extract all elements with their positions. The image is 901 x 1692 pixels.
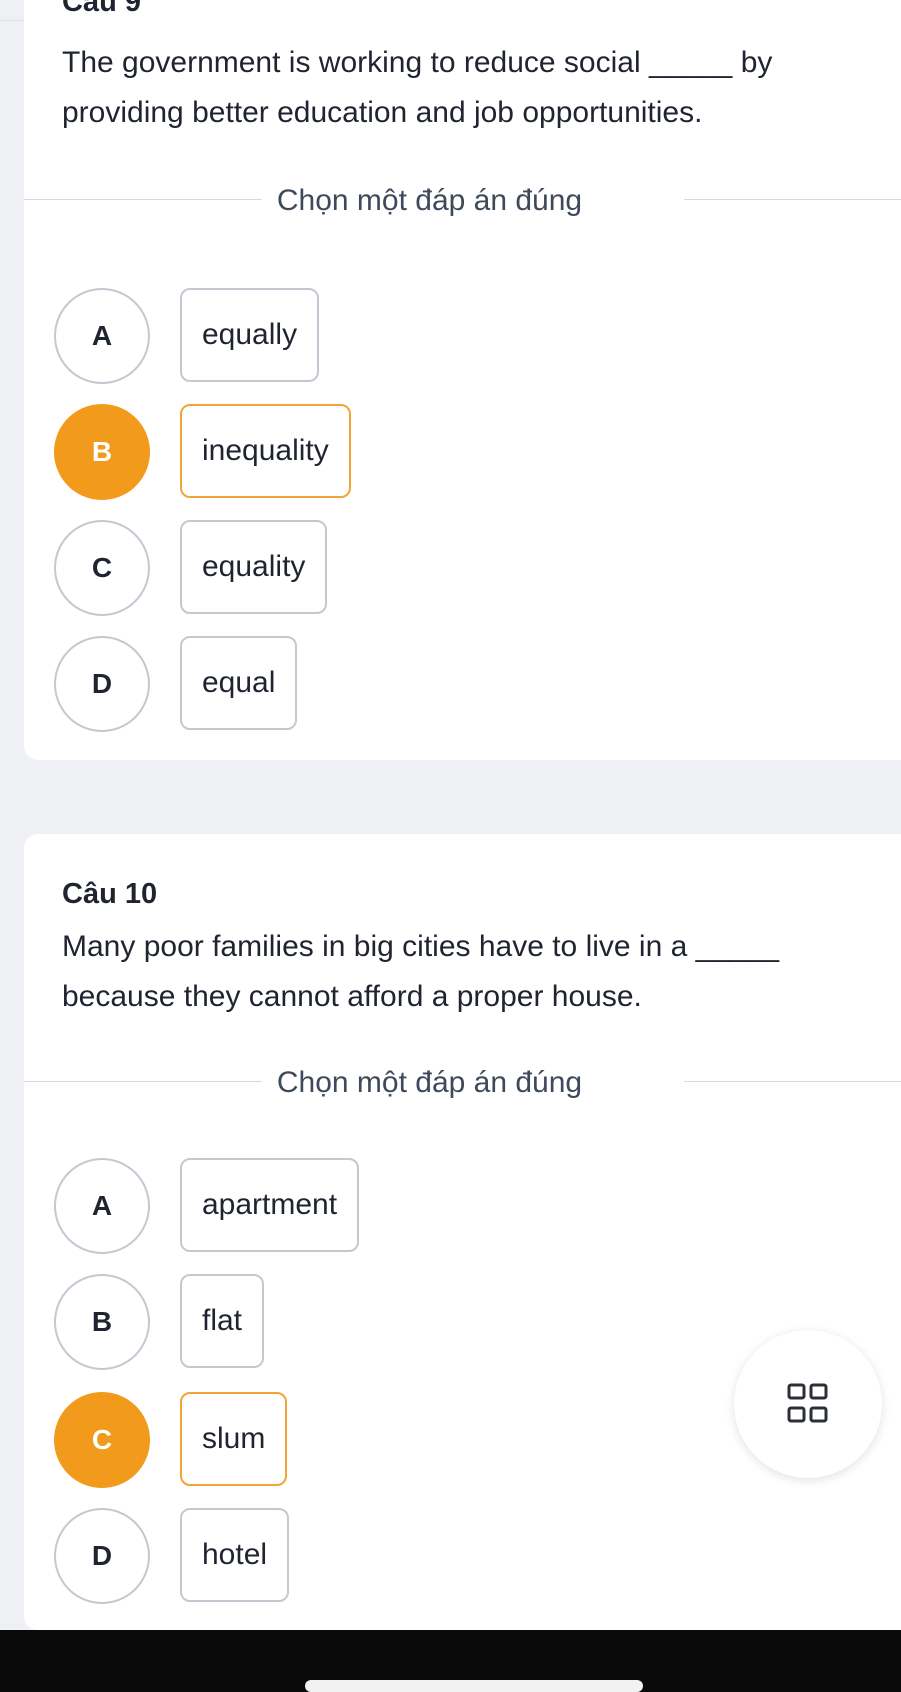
option-letter[interactable]: A bbox=[54, 288, 150, 384]
option-text[interactable]: hotel bbox=[180, 1508, 290, 1602]
option-text[interactable]: equal bbox=[180, 636, 298, 730]
grid-icon bbox=[787, 1383, 828, 1423]
question-card-9: Câu 9 The government is working to reduc… bbox=[24, 0, 901, 760]
question-text: The government is working to reduce soci… bbox=[62, 46, 773, 129]
home-indicator[interactable] bbox=[305, 1680, 643, 1692]
option-letter[interactable]: D bbox=[54, 1508, 150, 1604]
question-grid-button[interactable] bbox=[734, 1330, 882, 1478]
option-text[interactable]: apartment bbox=[180, 1158, 360, 1252]
question-text: Many poor families in big cities have to… bbox=[62, 930, 780, 1013]
option-text[interactable]: equality bbox=[180, 520, 328, 614]
option-text[interactable]: inequality bbox=[180, 404, 351, 498]
option-letter[interactable]: C bbox=[54, 520, 150, 616]
option-text[interactable]: flat bbox=[180, 1274, 265, 1368]
option-letter[interactable]: B bbox=[54, 1274, 150, 1370]
question-title: Câu 10 bbox=[62, 878, 158, 910]
instruction-label: Chọn một đáp án đúng bbox=[276, 1066, 583, 1099]
instruction-label: Chọn một đáp án đúng bbox=[276, 184, 583, 217]
instruction-divider: Chọn một đáp án đúng bbox=[24, 1066, 901, 1099]
option-text[interactable]: slum bbox=[180, 1392, 288, 1486]
option-text[interactable]: equally bbox=[180, 288, 320, 382]
question-title: Câu 9 bbox=[62, 0, 141, 18]
option-letter[interactable]: D bbox=[54, 636, 150, 732]
option-letter[interactable]: C bbox=[54, 1392, 150, 1488]
instruction-divider: Chọn một đáp án đúng bbox=[24, 184, 901, 217]
option-letter[interactable]: B bbox=[54, 404, 150, 500]
option-letter[interactable]: A bbox=[54, 1158, 150, 1254]
question-card-10: Câu 10 Many poor families in big cities … bbox=[24, 834, 901, 1630]
